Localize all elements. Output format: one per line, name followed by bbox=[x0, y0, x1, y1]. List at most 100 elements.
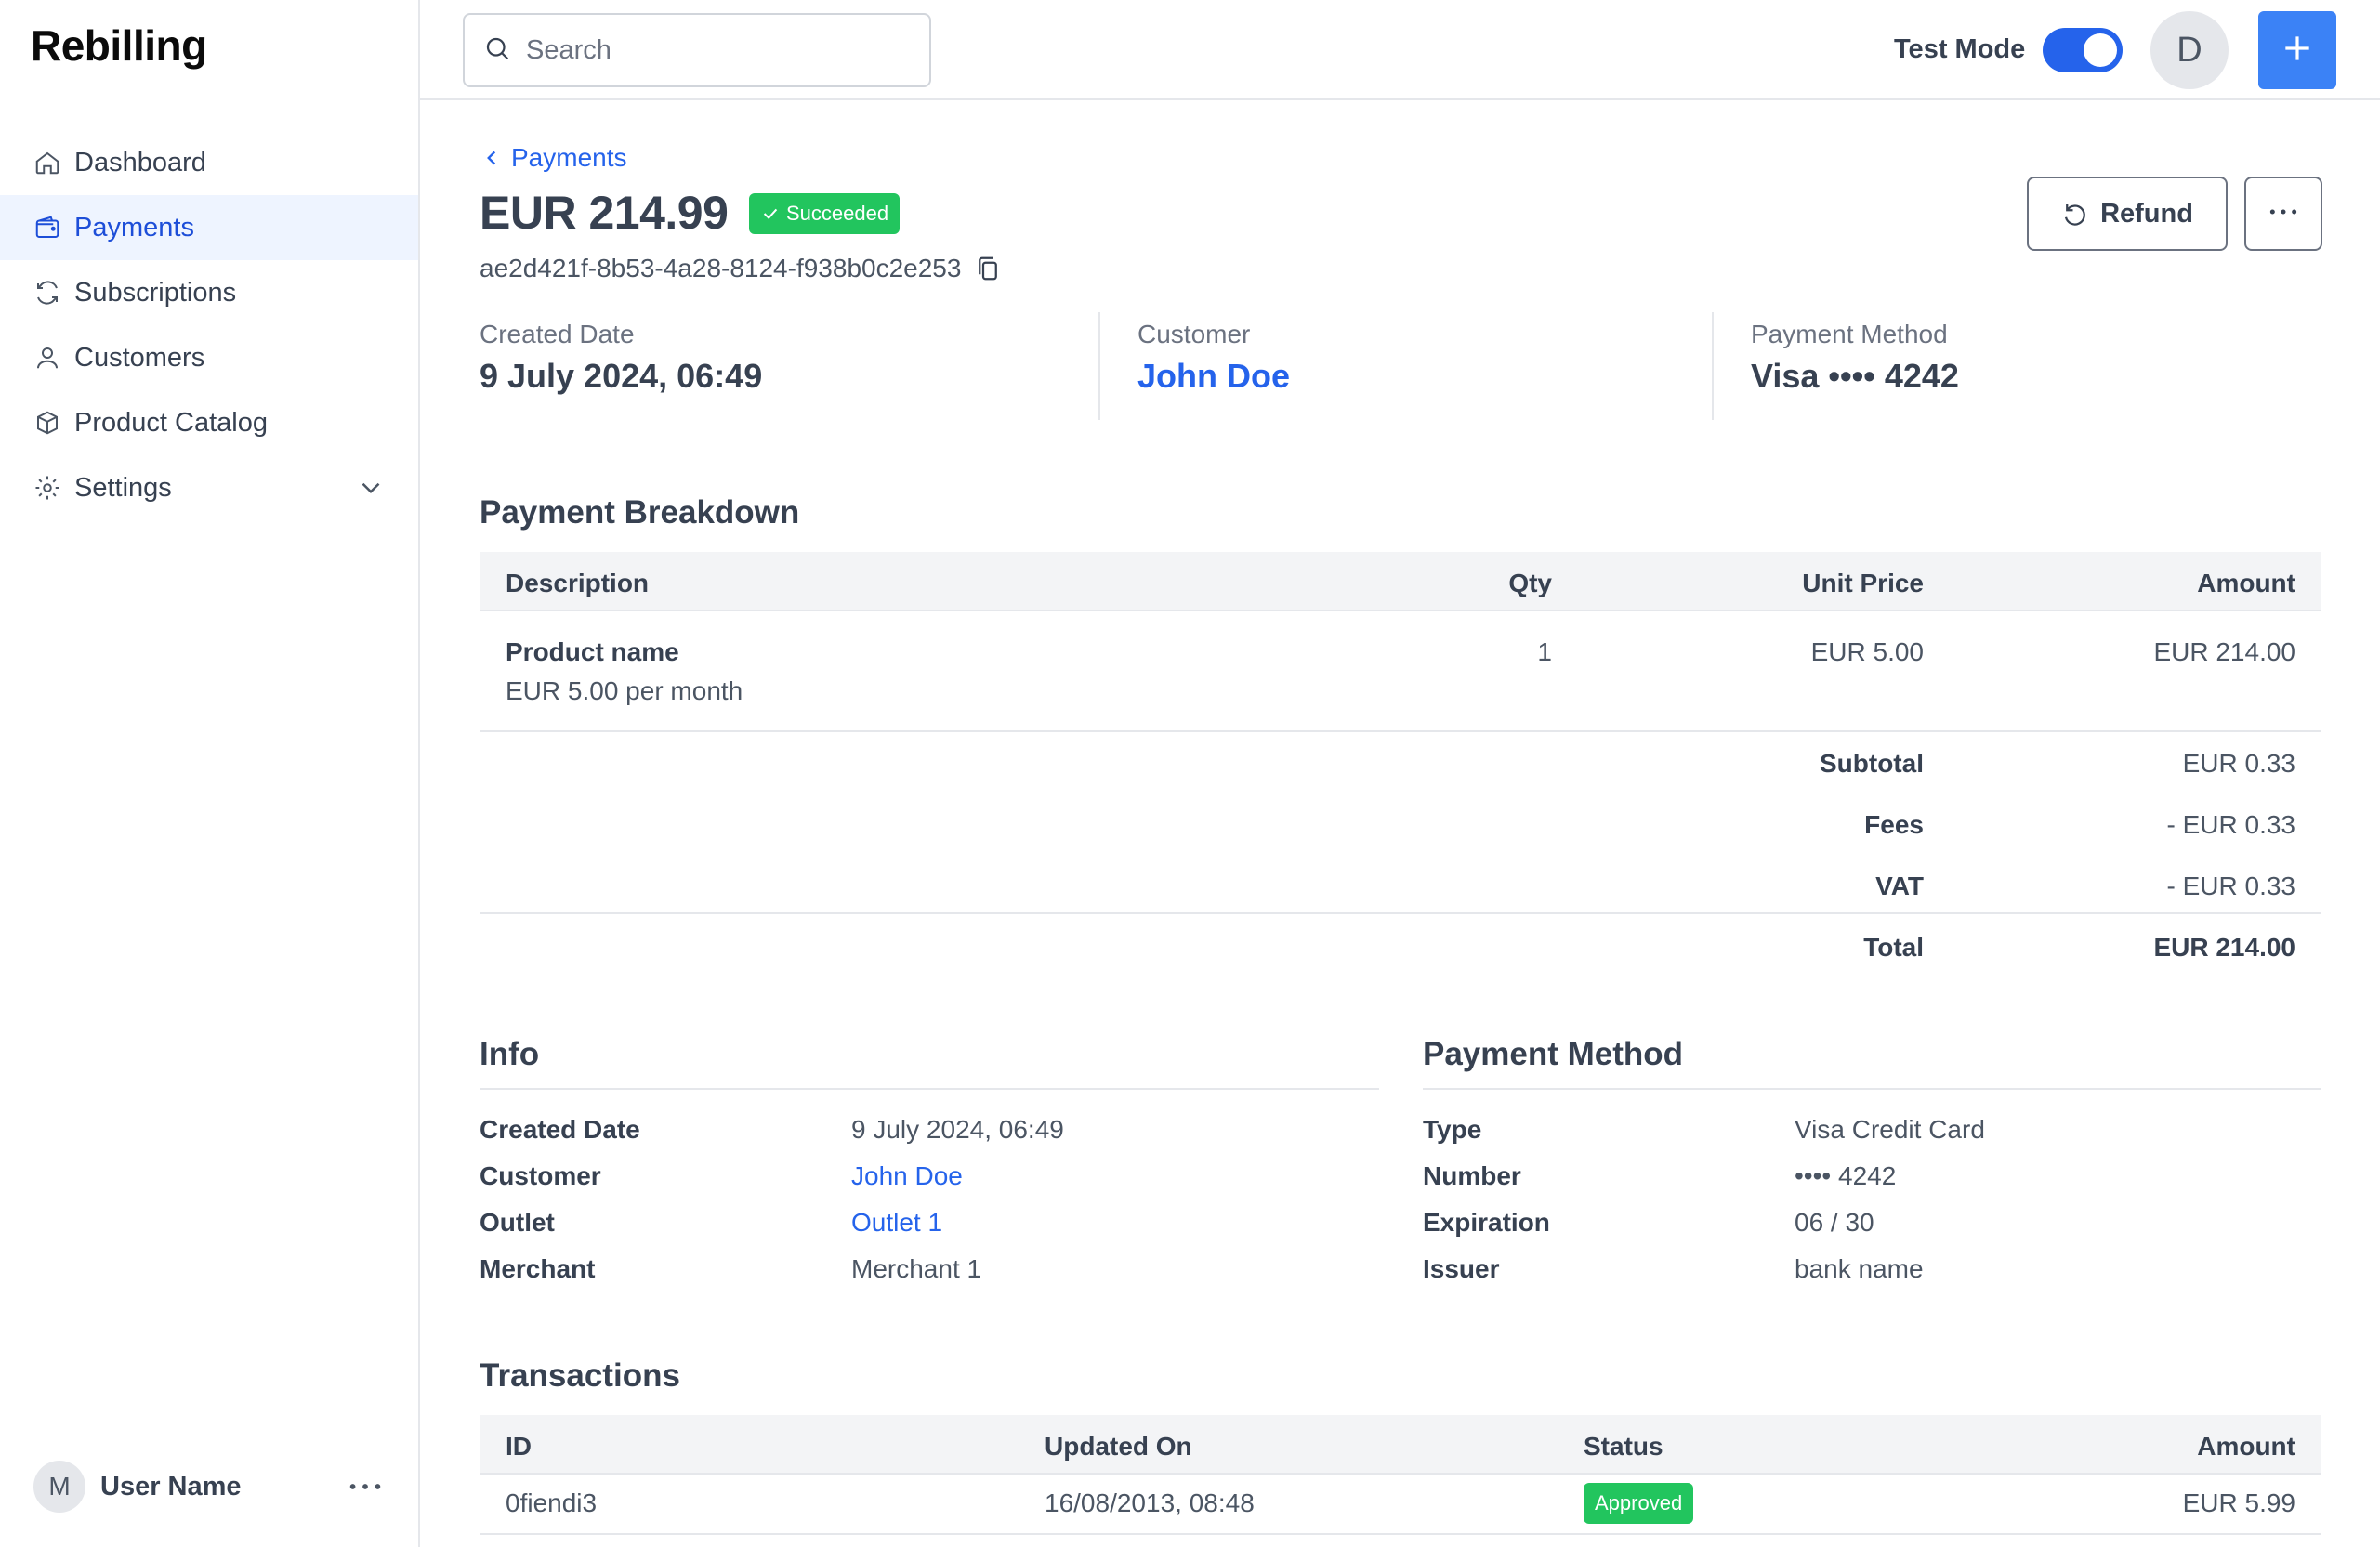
fees-label: Fees bbox=[1864, 810, 1924, 839]
test-mode-label: Test Mode bbox=[1894, 34, 2026, 64]
summary-label: Payment Method bbox=[1751, 320, 1948, 348]
plus-icon bbox=[2280, 31, 2315, 71]
sidebar-item-label: Settings bbox=[74, 472, 172, 503]
user-name: User Name bbox=[100, 1471, 242, 1501]
undo-icon bbox=[2061, 200, 2089, 228]
pm-type-label: Type bbox=[1423, 1115, 1482, 1144]
sidebar-item-dashboard[interactable]: Dashboard bbox=[0, 130, 418, 195]
product-unit-price: EUR 5.00 bbox=[1810, 637, 1924, 666]
vat-label: VAT bbox=[1875, 872, 1924, 900]
payment-id-text: ae2d421f-8b53-4a28-8124-f938b0c2e253 bbox=[480, 254, 962, 282]
subtotal-value: EUR 0.33 bbox=[2182, 749, 2295, 778]
test-mode-toggle[interactable] bbox=[2043, 28, 2123, 72]
col-amount: Amount bbox=[2197, 569, 2295, 597]
topbar: Test Mode D bbox=[420, 0, 2380, 100]
transactions-title: Transactions bbox=[480, 1357, 680, 1394]
info-title: Info bbox=[480, 1036, 540, 1072]
pm-issuer-value: bank name bbox=[1795, 1254, 1924, 1283]
pm-issuer-label: Issuer bbox=[1423, 1254, 1500, 1283]
transaction-id: 0fiendi3 bbox=[506, 1488, 598, 1517]
sidebar-item-label: Product Catalog bbox=[74, 407, 268, 438]
more-actions-button[interactable] bbox=[2244, 177, 2322, 251]
product-qty: 1 bbox=[1537, 637, 1552, 666]
product-price-period: EUR 5.00 per month bbox=[506, 676, 743, 705]
user-menu[interactable]: M User Name bbox=[33, 1456, 387, 1517]
breakdown-table-header: Description Qty Unit Price Amount bbox=[480, 552, 2321, 611]
sidebar-item-payments[interactable]: Payments bbox=[0, 195, 418, 260]
refresh-icon bbox=[32, 277, 63, 308]
product-amount: EUR 214.00 bbox=[2153, 637, 2295, 666]
total-value: EUR 214.00 bbox=[2153, 933, 2295, 962]
info-customer-label: Customer bbox=[480, 1161, 601, 1190]
pm-expiration-value: 06 / 30 bbox=[1795, 1208, 1874, 1237]
sidebar-item-label: Subscriptions bbox=[74, 277, 237, 308]
more-horizontal-icon[interactable] bbox=[344, 1465, 387, 1508]
sidebar-item-label: Dashboard bbox=[74, 147, 206, 177]
sidebar: Rebilling Dashboard Payments Subscriptio… bbox=[0, 0, 420, 1547]
col-id: ID bbox=[506, 1432, 532, 1461]
user-icon bbox=[32, 342, 63, 374]
avatar: M bbox=[33, 1461, 85, 1513]
pm-number-label: Number bbox=[1423, 1161, 1521, 1190]
col-qty: Qty bbox=[1508, 569, 1552, 597]
sidebar-item-product-catalog[interactable]: Product Catalog bbox=[0, 390, 418, 455]
pm-expiration-label: Expiration bbox=[1423, 1208, 1550, 1237]
col-amount: Amount bbox=[2197, 1432, 2295, 1461]
info-merchant-value: Merchant 1 bbox=[851, 1254, 982, 1283]
chevron-down-icon[interactable] bbox=[355, 472, 387, 504]
status-badge: Succeeded bbox=[749, 193, 901, 234]
customer-link[interactable]: John Doe bbox=[1137, 357, 1290, 396]
search-box[interactable] bbox=[463, 13, 931, 87]
box-icon bbox=[32, 407, 63, 439]
col-updated-on: Updated On bbox=[1045, 1432, 1192, 1461]
vat-value: - EUR 0.33 bbox=[2166, 872, 2296, 900]
transaction-amount: EUR 5.99 bbox=[2182, 1488, 2295, 1517]
refund-button[interactable]: Refund bbox=[2027, 177, 2228, 251]
product-name: Product name bbox=[506, 637, 679, 666]
sidebar-item-customers[interactable]: Customers bbox=[0, 325, 418, 390]
payment-summary: Created Date 9 July 2024, 06:49 Customer… bbox=[480, 312, 2321, 424]
search-input[interactable] bbox=[526, 34, 898, 66]
col-description: Description bbox=[506, 569, 650, 597]
back-link-label: Payments bbox=[511, 143, 627, 172]
sidebar-item-settings[interactable]: Settings bbox=[0, 455, 418, 520]
info-merchant-label: Merchant bbox=[480, 1254, 596, 1283]
back-link[interactable]: Payments bbox=[480, 143, 627, 173]
transactions-table-header: ID Updated On Status Amount bbox=[480, 1415, 2321, 1475]
page-title: EUR 214.99 bbox=[480, 187, 729, 239]
chevron-left-icon bbox=[480, 146, 504, 170]
col-status: Status bbox=[1584, 1432, 1663, 1461]
payment-id: ae2d421f-8b53-4a28-8124-f938b0c2e253 bbox=[480, 254, 1002, 283]
wallet-icon bbox=[32, 212, 63, 243]
subtotal-label: Subtotal bbox=[1820, 749, 1924, 778]
total-label: Total bbox=[1863, 933, 1924, 962]
home-icon bbox=[32, 147, 63, 178]
sidebar-item-label: Payments bbox=[74, 212, 194, 243]
payment-method-title: Payment Method bbox=[1423, 1036, 1684, 1072]
info-created-value: 9 July 2024, 06:49 bbox=[851, 1115, 1064, 1144]
pm-number-value: •••• 4242 bbox=[1795, 1161, 1897, 1190]
summary-label: Customer bbox=[1137, 320, 1251, 348]
more-horizontal-icon bbox=[2265, 193, 2302, 235]
sidebar-item-subscriptions[interactable]: Subscriptions bbox=[0, 260, 418, 325]
check-icon bbox=[760, 203, 781, 224]
summary-value: Visa •••• 4242 bbox=[1751, 357, 1959, 395]
info-outlet-link[interactable]: Outlet 1 bbox=[851, 1208, 942, 1238]
add-button[interactable] bbox=[2258, 11, 2336, 89]
info-customer-link[interactable]: John Doe bbox=[851, 1161, 963, 1191]
app-logo: Rebilling bbox=[31, 21, 207, 70]
summary-created: Created Date 9 July 2024, 06:49 bbox=[480, 312, 762, 424]
pm-type-value: Visa Credit Card bbox=[1795, 1115, 1985, 1144]
avatar[interactable]: D bbox=[2150, 11, 2229, 89]
breakdown-title: Payment Breakdown bbox=[480, 494, 800, 531]
copy-icon[interactable] bbox=[974, 255, 1002, 282]
search-icon bbox=[483, 34, 511, 67]
info-outlet-label: Outlet bbox=[480, 1208, 555, 1237]
status-badge: Approved bbox=[1584, 1483, 1694, 1524]
refund-button-label: Refund bbox=[2100, 198, 2193, 229]
sidebar-nav: Dashboard Payments Subscriptions Custome… bbox=[0, 130, 418, 520]
summary-payment-method: Payment Method Visa •••• 4242 bbox=[1751, 312, 1959, 424]
info-created-label: Created Date bbox=[480, 1115, 640, 1144]
summary-value: 9 July 2024, 06:49 bbox=[480, 357, 763, 395]
col-unit-price: Unit Price bbox=[1802, 569, 1924, 597]
